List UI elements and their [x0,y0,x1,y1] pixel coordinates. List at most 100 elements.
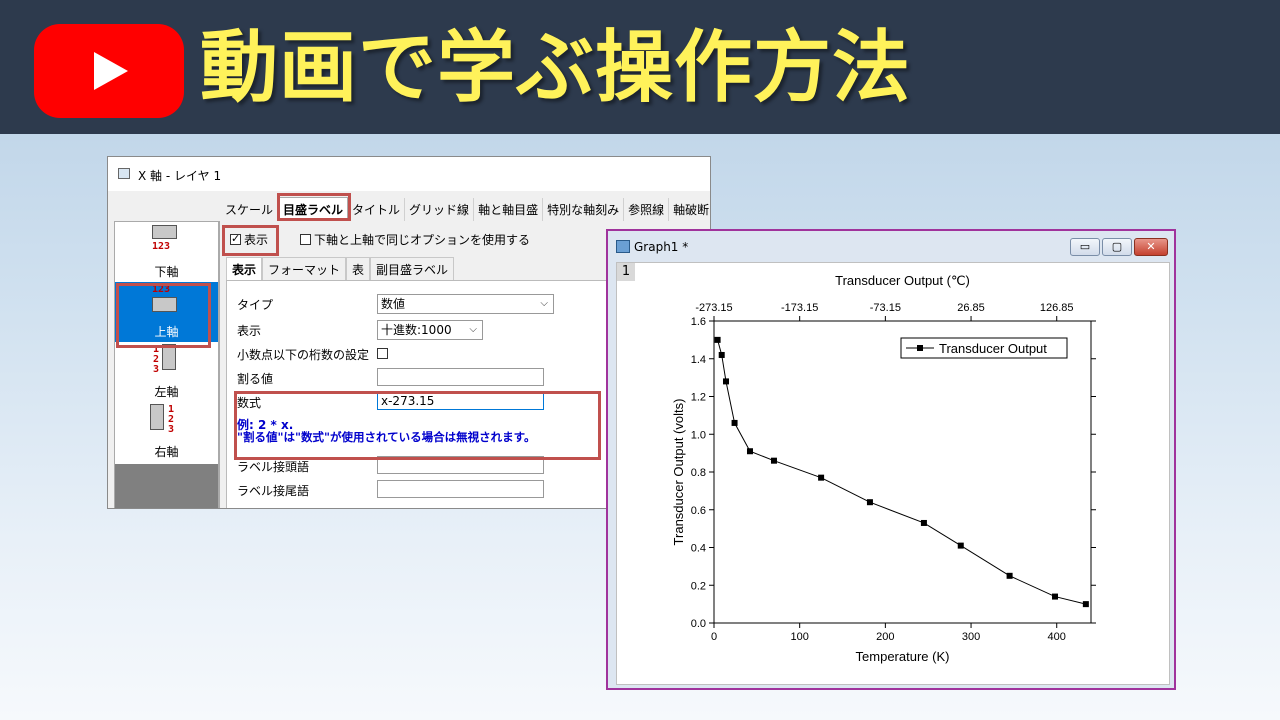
data-point [1082,601,1089,608]
axis-item-label: 下軸 [154,265,179,279]
y-tick-label: 0.8 [691,467,706,479]
dialog-titlebar: X 軸 - レイヤ 1 [108,157,710,191]
x-tick-label: 0 [711,631,717,643]
subtab-table[interactable]: 表 [346,257,371,281]
data-point [866,499,873,506]
chevron-down-icon: ⌵ [540,298,548,309]
tab-axis-ticks[interactable]: 軸と軸目盛 [474,198,544,221]
top-x-axis-label: Transducer Output (℃) [835,273,970,288]
axis-icon-numbers: 123 [152,241,171,252]
top-x-tick-label: -273.15 [695,302,732,314]
same-option-checkbox[interactable]: 下軸と上軸で同じオプションを使用する [300,231,530,248]
data-point [770,457,777,464]
axis-item-left[interactable]: 123 左軸 [115,342,218,402]
top-x-tick-label: -73.15 [870,302,901,314]
type-select[interactable]: 数値 ⌵ [377,294,554,314]
window-icon [118,168,130,179]
decimals-label: 小数点以下の桁数の設定 [237,348,370,362]
tab-reference-lines[interactable]: 参照線 [624,198,670,221]
display-subtabs: 表示 フォーマット表副目盛ラベル [226,257,455,281]
divide-label: 割る値 [237,372,274,386]
highlight-show-checkbox [222,225,279,256]
right-axis-icon [150,404,164,430]
data-point [1006,572,1013,579]
suffix-input[interactable] [377,480,544,498]
axis-item-label: 左軸 [154,385,179,399]
data-point [818,474,825,481]
top-x-tick-label: 126.85 [1040,302,1074,314]
data-point [957,542,964,549]
prefix-label: ラベル接頭語 [237,460,310,474]
dialog-title: X 軸 - レイヤ 1 [138,169,222,183]
y-tick-label: 0.6 [691,505,706,517]
decimals-checkbox[interactable] [377,347,391,361]
data-point [714,336,721,343]
graph-window-title: Graph1 * [634,240,689,254]
y-tick-label: 1.4 [691,354,706,366]
y-tick-label: 0.4 [691,543,706,555]
type-label: タイプ [237,298,274,312]
bottom-axis-icon [152,225,177,239]
axis-item-right[interactable]: 123 右軸 [115,402,218,462]
highlight-tick-labels-tab [277,193,351,221]
video-banner: 動画で学ぶ操作方法 [0,0,1280,134]
checkbox-unchecked-icon [300,234,311,245]
suffix-label: ラベル接尾語 [237,484,310,498]
legend-label: Transducer Output [939,341,1047,356]
axis-item-label: 右軸 [154,445,179,459]
chevron-down-icon: ⌵ [469,324,477,335]
layer-number-badge[interactable]: 1 [617,263,635,281]
banner-title: 動画で学ぶ操作方法 [200,23,912,113]
checkbox-unchecked-icon [377,348,388,359]
youtube-play-icon[interactable] [34,24,184,118]
axis-icon-numbers: 123 [152,344,160,375]
top-x-tick-label: -173.15 [781,302,818,314]
x-tick-label: 200 [876,631,894,643]
close-button[interactable]: ✕ [1134,238,1168,256]
graph-page: 1 0 100 200 300 400 -273.15 -173.15 -73.15 26.85… [616,262,1170,685]
x-tick-label: 300 [962,631,980,643]
highlight-formula [234,391,601,460]
data-point [731,419,738,426]
display-select-value: 十進数:1000 [381,323,452,337]
plot-frame [713,320,1092,624]
legend-marker [917,345,923,351]
display-select[interactable]: 十進数:1000 ⌵ [377,320,483,340]
series-line [717,339,1086,605]
graph-icon [616,240,630,253]
graph-window: Graph1 * ▭ ▢ ✕ 1 0 100 200 300 400 -273.15 -17… [606,229,1176,690]
tab-scale[interactable]: スケール [221,198,279,221]
tab-title[interactable]: タイトル [348,198,406,221]
x-axis-label: Temperature (K) [856,649,950,664]
x-tick-label: 400 [1048,631,1066,643]
divide-input[interactable] [377,368,544,386]
tab-grid[interactable]: グリッド線 [405,198,475,221]
y-tick-label: 1.0 [691,429,706,441]
display-label: 表示 [237,324,262,338]
axis-item-bottom[interactable]: 123 下軸 [115,222,218,282]
same-option-label: 下軸と上軸で同じオプションを使用する [314,233,531,247]
y-tick-label: 0.0 [691,618,706,630]
axis-list-empty [115,464,218,508]
tab-axis-break[interactable]: 軸破断 [669,198,710,221]
restore-button[interactable]: ▢ [1102,238,1132,256]
subtab-display[interactable]: 表示 [226,257,263,281]
data-point [920,519,927,526]
data-point [1052,593,1059,600]
data-point [746,448,753,455]
x-tick-label: 100 [791,631,809,643]
y-tick-label: 0.2 [691,580,706,592]
transducer-chart: 0 100 200 300 400 -273.15 -173.15 -73.15 26.85 12… [671,273,1096,664]
y-tick-label: 1.6 [691,316,706,328]
data-point [722,378,729,385]
subtab-format[interactable]: フォーマット [262,257,347,281]
highlight-top-axis [116,283,211,348]
axis-list: 123 下軸 123 上軸 123 左軸 123 右軸 [114,221,219,508]
y-tick-label: 1.2 [691,392,706,404]
minimize-button[interactable]: ▭ [1070,238,1100,256]
y-axis-label: Transducer Output (volts) [671,399,686,546]
top-x-tick-label: 26.85 [957,302,985,314]
tab-special-ticks[interactable]: 特別な軸刻み [543,198,625,221]
axis-icon-numbers: 123 [167,404,175,435]
subtab-minor-labels[interactable]: 副目盛ラベル [370,257,455,281]
